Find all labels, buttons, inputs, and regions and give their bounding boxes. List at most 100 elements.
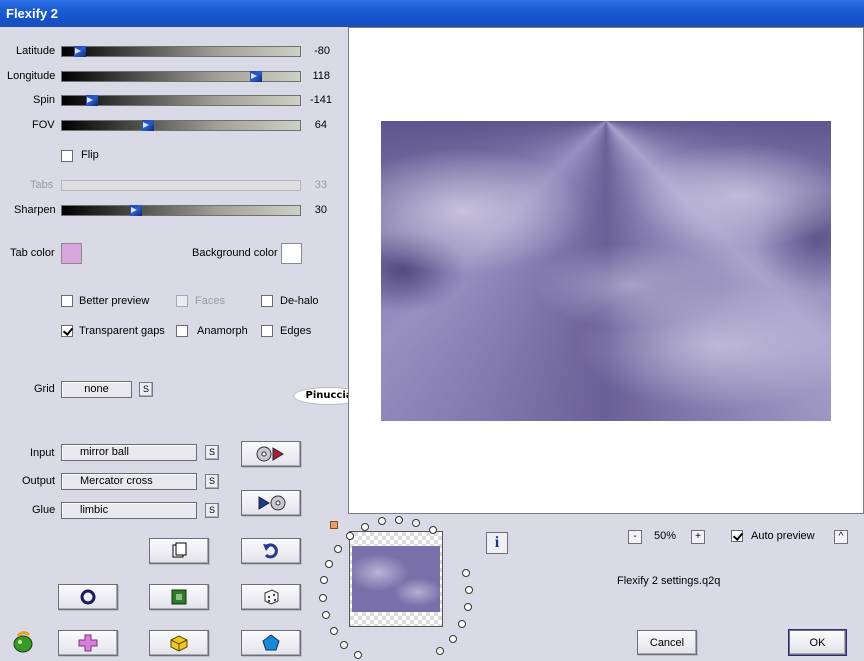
spin-slider[interactable] [61,95,301,106]
orbit-dot[interactable] [330,627,338,635]
anamorph-label: Anamorph [197,325,248,337]
orbit-dot[interactable] [449,635,457,643]
glue-label: Glue [32,504,56,516]
input-field[interactable]: mirror ball [61,444,197,461]
flip-checkbox[interactable] [61,150,73,162]
edges-checkbox[interactable] [261,325,273,337]
spin-label: Spin [33,94,56,106]
fov-slider[interactable] [61,120,301,131]
preview-image [381,121,831,421]
zoom-out-button[interactable]: - [628,530,642,544]
latitude-slider[interactable] [61,46,301,57]
info-button[interactable]: i [486,532,508,554]
preview-panel[interactable] [348,27,864,514]
output-field[interactable]: Mercator cross [61,473,197,490]
orbit-dot[interactable] [354,651,362,659]
longitude-label: Longitude [7,70,56,82]
copy-button[interactable] [149,538,209,564]
transparent-gaps-checkbox[interactable] [61,325,73,337]
client-area: Latitude -80 Longitude 118 Spin -141 FOV… [0,27,864,661]
sharpen-slider[interactable] [61,205,301,216]
ring-icon [80,589,96,605]
dice-icon [264,589,279,605]
fov-slider-thumb[interactable] [142,120,154,131]
sharpen-value: 30 [314,204,327,216]
orbit-dot[interactable] [429,526,437,534]
save-preset-button[interactable] [241,490,301,516]
grid-field[interactable]: none [61,381,132,398]
tab-color-label: Tab color [10,247,55,259]
orbit-dot[interactable] [412,519,420,527]
output-s-button[interactable]: S [205,474,219,489]
cross-shape-button[interactable] [58,630,118,656]
ok-button[interactable]: OK [788,629,847,656]
de-halo-checkbox[interactable] [261,295,273,307]
orbit-dot[interactable] [325,560,333,568]
orbit-dot[interactable] [346,532,354,540]
longitude-slider[interactable] [61,71,301,82]
orbit-dot[interactable] [319,594,327,602]
background-color-swatch[interactable] [281,243,302,264]
undo-arrow-icon [263,543,278,559]
output-label: Output [22,475,56,487]
cancel-button[interactable]: Cancel [637,630,697,655]
collapse-button[interactable]: ^ [834,530,848,544]
grid-label: Grid [34,383,55,395]
orbit-dot[interactable] [322,611,330,619]
pink-cross-icon [78,634,98,652]
glue-field[interactable]: limbic [61,502,197,519]
load-preset-button[interactable] [241,441,301,467]
longitude-slider-thumb[interactable] [250,71,262,82]
glue-s-button[interactable]: S [205,503,219,518]
random-button[interactable] [241,584,301,610]
fov-value: 64 [314,119,327,131]
yellow-cube-icon [170,635,188,652]
navigator-thumbnail[interactable] [349,531,443,627]
grid-s-button[interactable]: S [139,382,153,397]
window-title: Flexify 2 [6,6,59,21]
tab-color-swatch[interactable] [61,243,82,264]
orbit-dot[interactable] [436,647,444,655]
better-preview-label: Better preview [79,295,150,307]
square-shape-button[interactable] [149,584,209,610]
orbit-handle[interactable] [330,521,338,529]
orbit-dot[interactable] [462,569,470,577]
orbit-dot[interactable] [458,620,466,628]
faces-checkbox [176,295,188,307]
circle-shape-button[interactable] [58,584,118,610]
orbit-dot[interactable] [361,523,369,531]
orbit-dot[interactable] [464,603,472,611]
better-preview-checkbox[interactable] [61,295,73,307]
zoom-in-button[interactable]: + [691,530,705,544]
input-s-button[interactable]: S [205,445,219,460]
longitude-value: 118 [312,70,330,82]
zoom-level: 50% [654,530,677,542]
tabs-value: 33 [314,179,327,191]
cube-shape-button[interactable] [149,630,209,656]
flexify-logo-icon [13,631,33,653]
faces-label: Faces [195,295,225,307]
auto-preview-label: Auto preview [751,530,815,542]
background-color-label: Background color [192,247,278,259]
orbit-dot[interactable] [378,517,386,525]
orbit-dot[interactable] [340,641,348,649]
undo-button[interactable] [241,538,301,564]
spin-slider-thumb[interactable] [86,95,98,106]
edges-label: Edges [280,325,312,337]
latitude-label: Latitude [16,45,56,57]
save-disc-icon [258,495,286,511]
green-square-icon [171,589,187,605]
orbit-dot[interactable] [465,586,473,594]
anamorph-checkbox[interactable] [176,325,188,337]
orbit-dot[interactable] [334,545,342,553]
fov-label: FOV [32,119,55,131]
load-disc-icon [256,446,284,462]
latitude-value: -80 [314,45,330,57]
orbit-dot[interactable] [395,516,403,524]
sharpen-slider-thumb[interactable] [130,205,142,216]
auto-preview-checkbox[interactable] [731,530,743,542]
latitude-slider-thumb[interactable] [74,46,86,57]
output-value: Mercator cross [80,475,153,487]
pentagon-shape-button[interactable] [241,630,301,656]
orbit-dot[interactable] [320,576,328,584]
